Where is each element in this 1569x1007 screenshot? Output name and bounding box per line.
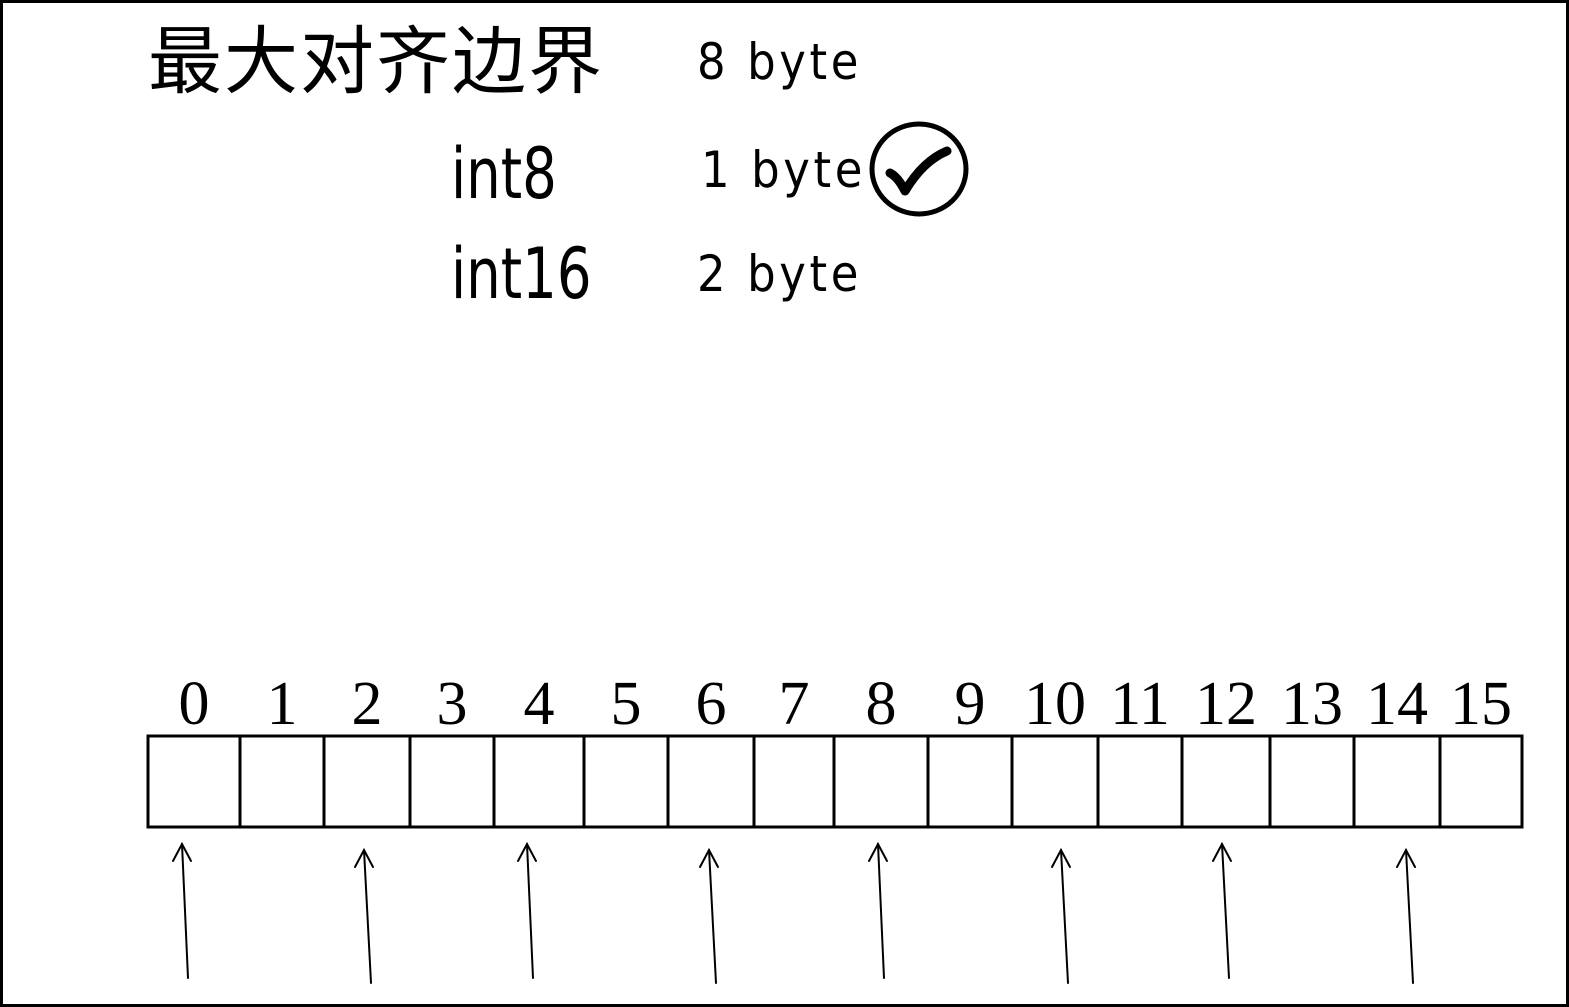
index-label-3: 3	[437, 670, 468, 738]
index-label-2: 2	[352, 670, 383, 738]
index-label-14: 14	[1366, 670, 1428, 738]
memory-cell-2	[322, 734, 412, 829]
memory-cell-7	[752, 734, 836, 829]
memory-cell-3	[408, 734, 496, 829]
memory-cell-10	[1010, 734, 1100, 829]
index-label-15: 15	[1450, 670, 1512, 738]
alignment-arrow-4	[517, 841, 537, 979]
memory-cells	[146, 734, 1524, 829]
index-label-5: 5	[611, 670, 642, 738]
index-label-1: 1	[267, 670, 298, 738]
index-labels: 0 1 2 3 4 5 6 7 8 9 10 11 12 13 14 15	[179, 670, 1513, 738]
index-label-0: 0	[179, 670, 210, 738]
memory-cell-13	[1268, 734, 1356, 829]
index-label-12: 12	[1195, 670, 1257, 738]
memory-cell-11	[1096, 734, 1184, 829]
index-label-13: 13	[1281, 670, 1343, 738]
index-label-7: 7	[779, 670, 810, 738]
alignment-arrow-2	[354, 847, 374, 984]
memory-cell-6	[666, 734, 756, 829]
memory-diagram: 0 1 2 3 4 5 6 7 8 9 10 11 12 13 14 15	[146, 670, 1524, 984]
index-label-9: 9	[955, 670, 986, 738]
alignment-arrow-0	[172, 841, 192, 979]
memory-cell-12	[1180, 734, 1272, 829]
index-label-8: 8	[866, 670, 897, 738]
memory-cell-1	[238, 734, 326, 829]
memory-cell-5	[582, 734, 670, 829]
memory-cell-4	[492, 734, 586, 829]
index-label-4: 4	[524, 670, 555, 738]
memory-cell-14	[1352, 734, 1442, 829]
alignment-arrow-10	[1051, 847, 1071, 984]
index-label-10: 10	[1024, 670, 1086, 738]
alignment-arrow-8	[868, 841, 888, 979]
alignment-arrow-14	[1396, 847, 1416, 984]
memory-cell-9	[926, 734, 1014, 829]
memory-cell-8	[832, 734, 930, 829]
index-label-6: 6	[696, 670, 727, 738]
alignment-arrow-12	[1212, 841, 1232, 979]
alignment-arrow-6	[699, 847, 719, 984]
index-label-11: 11	[1110, 670, 1170, 738]
memory-cell-15	[1438, 734, 1524, 829]
memory-cell-0	[146, 734, 242, 829]
alignment-arrows	[172, 841, 1416, 984]
